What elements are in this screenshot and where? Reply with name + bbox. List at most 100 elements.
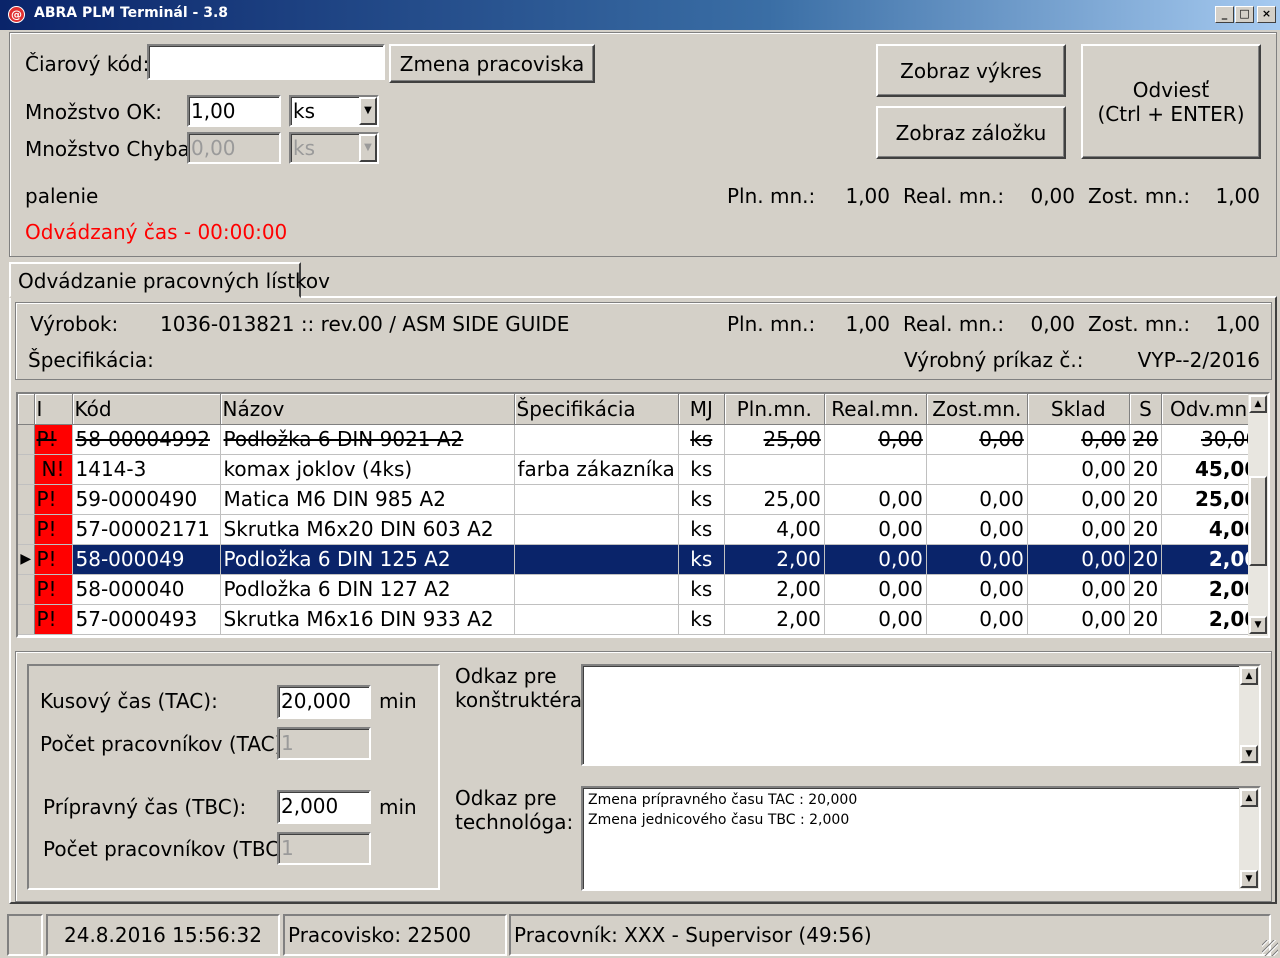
- row-indicator[interactable]: [18, 604, 35, 635]
- row-indicator[interactable]: [18, 454, 35, 485]
- row-mj: ks: [678, 454, 725, 485]
- grid-header-row: I Kód Názov Špecifikácia MJ Pln.mn. Real…: [18, 394, 1263, 425]
- row-kod: 58-000049: [72, 544, 221, 575]
- maximize-icon[interactable]: □: [1235, 6, 1254, 23]
- table-row[interactable]: P! 57-00002171 Skrutka M6x20 DIN 603 A2 …: [18, 514, 1263, 545]
- tac-label: Kusový čas (TAC):: [40, 689, 218, 713]
- grid-scrollbar[interactable]: ▲ ▼: [1248, 394, 1268, 636]
- row-zost: 0,00: [926, 604, 1028, 635]
- row-nazov: Skrutka M6x16 DIN 933 A2: [220, 604, 515, 635]
- pln-value: 1,00: [845, 184, 890, 208]
- minimize-icon[interactable]: _: [1215, 6, 1234, 23]
- grid-header-kod[interactable]: Kód: [72, 394, 221, 425]
- change-workplace-button[interactable]: Zmena pracoviska: [389, 44, 595, 83]
- grid-header-indicator: [18, 394, 35, 425]
- row-indicator[interactable]: [18, 424, 35, 455]
- tab-work-tickets-label: Odvádzanie pracovných lístkov: [18, 269, 330, 293]
- row-odv[interactable]: 25,00: [1161, 484, 1263, 515]
- submit-button-label-2: (Ctrl + ENTER): [1097, 101, 1245, 126]
- tech-note-label-2: technológa:: [455, 810, 574, 834]
- row-real: 0,00: [824, 574, 927, 605]
- product-zost-value: 1,00: [1215, 312, 1260, 336]
- row-odv[interactable]: 2,00: [1161, 604, 1263, 635]
- qty-ok-unit-select[interactable]: ks ▼: [289, 95, 379, 127]
- scroll-thumb[interactable]: [1249, 476, 1267, 566]
- table-row[interactable]: P! 58-00004992 Podložka 6 DIN 9021 A2 ks…: [18, 424, 1263, 455]
- table-row-selected[interactable]: ▶ P! 58-000049 Podložka 6 DIN 125 A2 ks …: [18, 544, 1263, 575]
- row-flag: P!: [34, 424, 73, 455]
- table-row[interactable]: P! 59-0000490 Matica M6 DIN 985 A2 ks 25…: [18, 484, 1263, 515]
- close-icon[interactable]: ×: [1257, 6, 1276, 23]
- tbc-input[interactable]: 2,000: [277, 790, 371, 824]
- scroll-up-icon[interactable]: ▲: [1240, 789, 1258, 807]
- row-odv[interactable]: 2,00: [1161, 544, 1263, 575]
- operation-name: palenie: [25, 184, 99, 208]
- table-row[interactable]: P! 58-000040 Podložka 6 DIN 127 A2 ks 2,…: [18, 574, 1263, 605]
- table-row[interactable]: P! 57-0000493 Skrutka M6x16 DIN 933 A2 k…: [18, 604, 1263, 635]
- grid-header-mj[interactable]: MJ: [678, 394, 725, 425]
- tab-work-tickets[interactable]: Odvádzanie pracovných lístkov: [9, 262, 330, 298]
- scroll-down-icon[interactable]: ▼: [1240, 745, 1258, 763]
- grid-header-sklad[interactable]: Sklad: [1027, 394, 1130, 425]
- grid-header-nazov[interactable]: Názov: [220, 394, 515, 425]
- scroll-down-icon[interactable]: ▼: [1240, 870, 1258, 888]
- qty-ok-input[interactable]: 1,00: [187, 95, 281, 127]
- row-zost: 0,00: [926, 424, 1028, 455]
- row-kod: 57-0000493: [72, 604, 221, 635]
- constructor-note-scrollbar[interactable]: ▲ ▼: [1239, 666, 1259, 764]
- row-indicator[interactable]: [18, 514, 35, 545]
- grid-header-i[interactable]: I: [34, 394, 73, 425]
- row-mj: ks: [678, 604, 725, 635]
- row-indicator[interactable]: [18, 484, 35, 515]
- row-odv[interactable]: 30,00: [1161, 424, 1263, 455]
- items-grid[interactable]: I Kód Názov Špecifikácia MJ Pln.mn. Real…: [16, 392, 1270, 638]
- row-pln: 2,00: [724, 574, 825, 605]
- tac-input[interactable]: 20,000: [277, 685, 371, 719]
- row-odv[interactable]: 2,00: [1161, 574, 1263, 605]
- tech-note-scrollbar[interactable]: ▲ ▼: [1239, 788, 1259, 889]
- resize-grip-icon[interactable]: [1262, 940, 1278, 956]
- table-row[interactable]: N! 1414-3 komax joklov (4ks) farba zákaz…: [18, 454, 1263, 485]
- barcode-input[interactable]: [147, 44, 385, 80]
- row-mj: ks: [678, 424, 725, 455]
- row-spec: [514, 514, 679, 545]
- scroll-down-icon[interactable]: ▼: [1249, 616, 1267, 634]
- product-real-value: 0,00: [1030, 312, 1075, 336]
- row-pointer-icon[interactable]: ▶: [18, 544, 35, 575]
- app-logo-icon: @: [8, 6, 25, 23]
- row-pln: 2,00: [724, 604, 825, 635]
- chevron-down-icon: ▼: [359, 134, 377, 162]
- row-kod: 1414-3: [72, 454, 221, 485]
- grid-header-real[interactable]: Real.mn.: [824, 394, 927, 425]
- grid-header-zost[interactable]: Zost.mn.: [926, 394, 1028, 425]
- row-indicator[interactable]: [18, 574, 35, 605]
- tech-note-textarea[interactable]: Zmena prípravného času TAC : 20,000 Zmen…: [581, 786, 1261, 891]
- row-s: 20: [1129, 424, 1163, 455]
- show-drawing-button[interactable]: Zobraz výkres: [876, 44, 1066, 97]
- submit-button[interactable]: Odviesť (Ctrl + ENTER): [1081, 44, 1261, 159]
- tbc-label: Prípravný čas (TBC):: [43, 795, 247, 819]
- row-odv[interactable]: 45,00: [1161, 454, 1263, 485]
- scroll-up-icon[interactable]: ▲: [1240, 667, 1258, 685]
- row-nazov: Matica M6 DIN 985 A2: [220, 484, 515, 515]
- row-sklad: 0,00: [1027, 424, 1130, 455]
- status-cell-empty: [7, 914, 43, 956]
- row-sklad: 0,00: [1027, 544, 1130, 575]
- scroll-up-icon[interactable]: ▲: [1249, 395, 1267, 413]
- constructor-note-textarea[interactable]: ▲ ▼: [581, 664, 1261, 766]
- title-bar[interactable]: @ ABRA PLM Terminál - 3.8 _ □ ×: [0, 0, 1280, 30]
- product-zost-label: Zost. mn.:: [1088, 312, 1191, 336]
- row-kod: 57-00002171: [72, 514, 221, 545]
- zost-label: Zost. mn.:: [1088, 184, 1191, 208]
- row-odv[interactable]: 4,00: [1161, 514, 1263, 545]
- chevron-down-icon[interactable]: ▼: [359, 97, 377, 125]
- grid-header-odv[interactable]: Odv.mn.: [1161, 394, 1263, 425]
- grid-header-pln[interactable]: Pln.mn.: [724, 394, 825, 425]
- row-pln: 25,00: [724, 484, 825, 515]
- submit-button-label-1: Odviesť: [1132, 77, 1210, 102]
- grid-header-spec[interactable]: Špecifikácia: [514, 394, 679, 425]
- grid-header-s[interactable]: S: [1129, 394, 1163, 425]
- row-pln: 4,00: [724, 514, 825, 545]
- show-tab-button[interactable]: Zobraz záložku: [876, 106, 1066, 159]
- constructor-note-label-2: konštruktéra:: [455, 688, 589, 712]
